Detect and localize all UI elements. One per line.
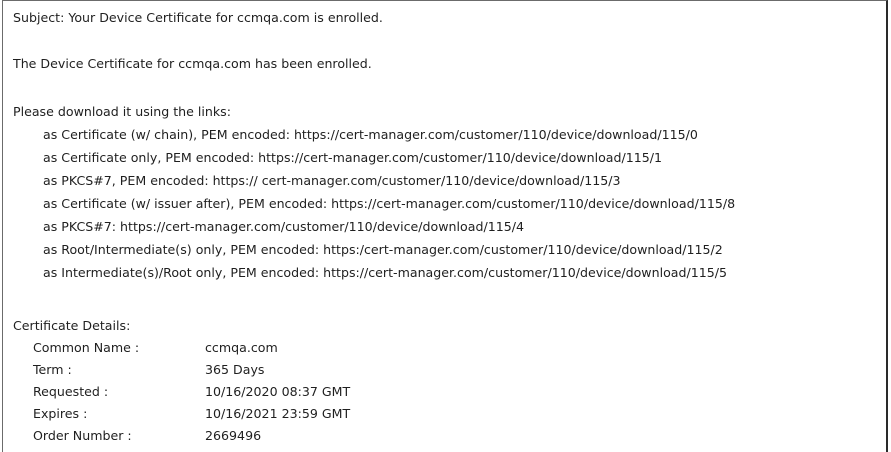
order-number-value: 2669496	[205, 428, 262, 443]
expires-value: 10/16/2021 23:59 GMT	[205, 406, 351, 421]
download-link-url[interactable]: https://cert-manager.com/customer/110/de…	[294, 127, 698, 142]
certificate-details-title: Certificate Details:	[13, 318, 131, 333]
download-link-row: as Certificate (w/ chain), PEM encoded: …	[43, 127, 698, 143]
common-name-value: ccmqa.com	[205, 340, 278, 355]
download-link-url[interactable]: https://cert-manager.com/customer/110/de…	[331, 196, 735, 211]
download-link-row: as PKCS#7: https://cert-manager.com/cust…	[43, 219, 524, 235]
term-label: Term :	[33, 362, 72, 377]
enrolled-message: The Device Certificate for ccmqa.com has…	[13, 56, 372, 71]
download-intro: Please download it using the links:	[13, 104, 231, 119]
email-body: Subject: Your Device Certificate for ccm…	[2, 0, 888, 452]
common-name-label: Common Name :	[33, 340, 140, 355]
download-link-label: as PKCS#7, PEM encoded:	[43, 173, 213, 188]
download-link-url[interactable]: https://cert-manager.com/customer/110/de…	[323, 265, 727, 280]
download-link-label: as PKCS#7:	[43, 219, 121, 234]
download-link-url[interactable]: https:/cert-manager.com/customer/110/dev…	[323, 242, 723, 257]
expires-label: Expires :	[33, 406, 88, 421]
requested-label: Requested :	[33, 384, 109, 399]
download-link-row: as Certificate only, PEM encoded: https:…	[43, 150, 662, 166]
download-link-label: as Certificate (w/ chain), PEM encoded:	[43, 127, 294, 142]
download-link-url[interactable]: https:// cert-manager.com/customer/110/d…	[213, 173, 621, 188]
order-number-label: Order Number :	[33, 428, 132, 443]
download-link-label: as Root/Intermediate(s) only, PEM encode…	[43, 242, 324, 257]
download-link-label: as Certificate (w/ issuer after), PEM en…	[43, 196, 332, 211]
download-link-url[interactable]: https://cert-manager.com/customer/110/de…	[258, 150, 662, 165]
download-link-row: as Certificate (w/ issuer after), PEM en…	[43, 196, 735, 212]
download-link-url[interactable]: https://cert-manager.com/customer/110/de…	[120, 219, 524, 234]
download-link-label: as Certificate only, PEM encoded:	[43, 150, 259, 165]
requested-value: 10/16/2020 08:37 GMT	[205, 384, 351, 399]
download-link-row: as Root/Intermediate(s) only, PEM encode…	[43, 242, 723, 258]
download-link-row: as Intermediate(s)/Root only, PEM encode…	[43, 265, 727, 281]
email-subject: Subject: Your Device Certificate for ccm…	[13, 10, 383, 25]
term-value: 365 Days	[205, 362, 265, 377]
download-link-row: as PKCS#7, PEM encoded: https:// cert-ma…	[43, 173, 621, 189]
download-link-label: as Intermediate(s)/Root only, PEM encode…	[43, 265, 324, 280]
